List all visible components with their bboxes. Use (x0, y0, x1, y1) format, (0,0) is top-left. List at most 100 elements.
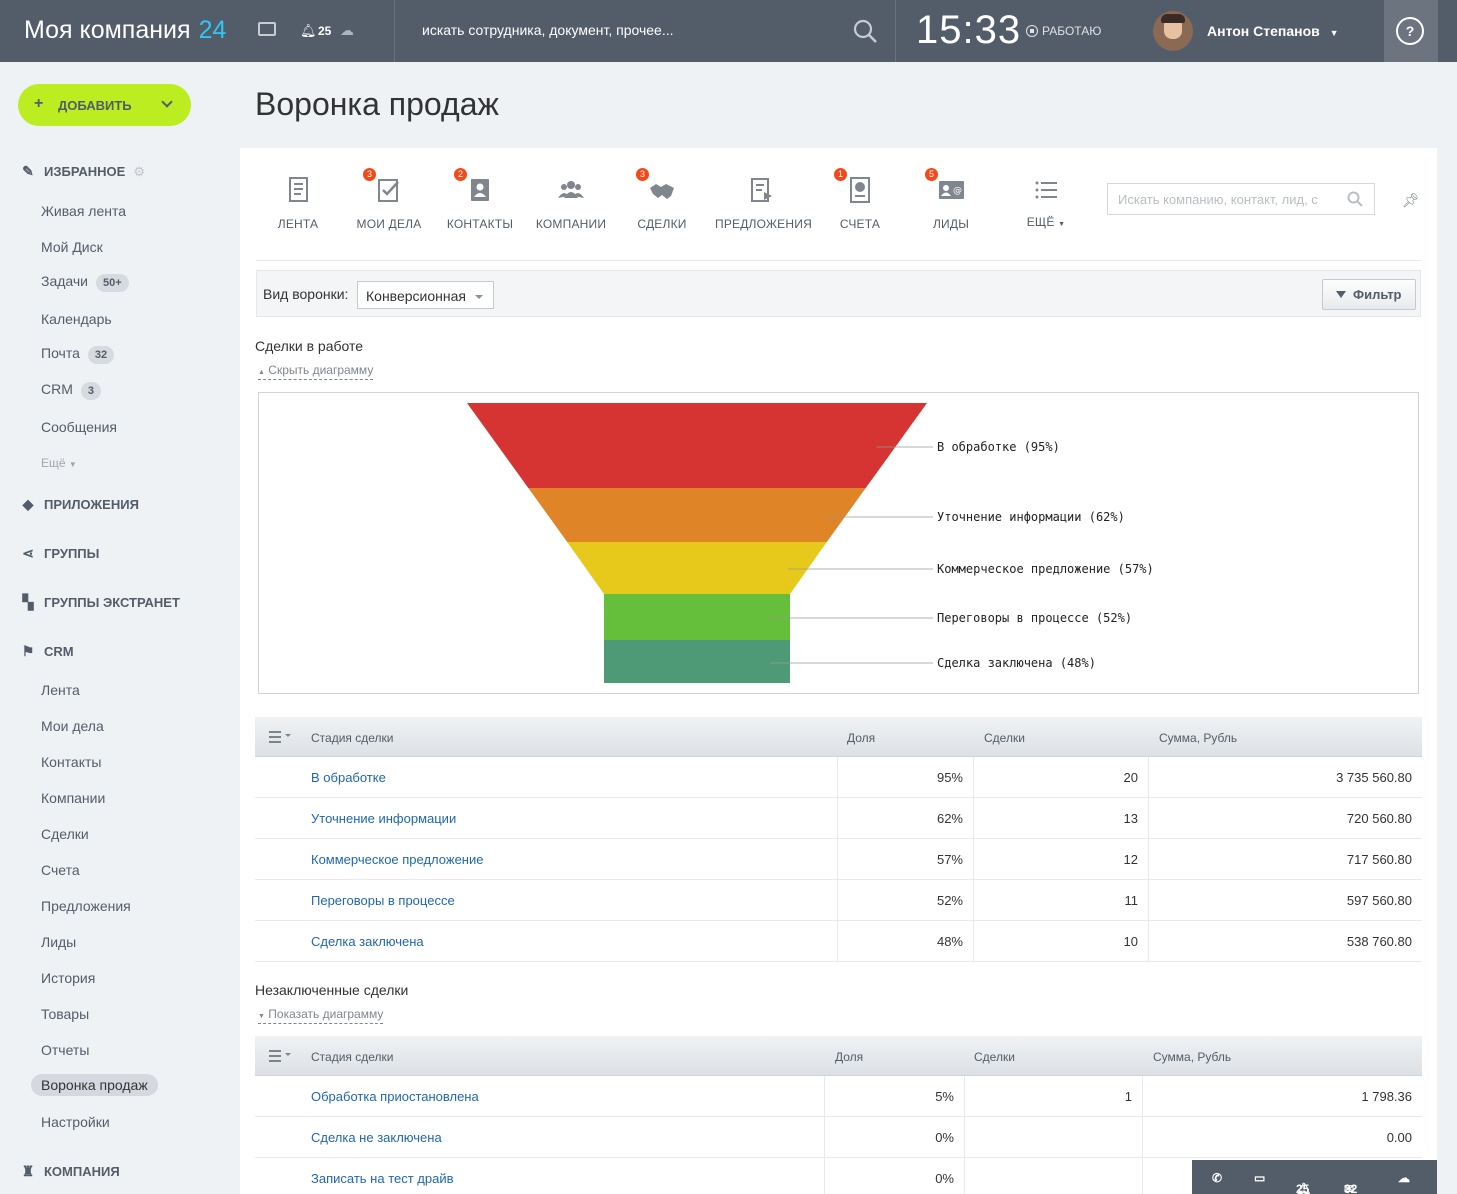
sidebar-item-settings[interactable]: Настройки (41, 1114, 110, 1130)
sidebar-item-invoices[interactable]: Счета (41, 862, 80, 878)
company-logo[interactable]: Моя компания 24 (24, 16, 226, 45)
sidebar-item-quotes[interactable]: Предложения (41, 898, 131, 914)
table-row[interactable]: Переговоры в процессе 52% 11 597 560.80 (255, 880, 1422, 921)
crm-nav-leads[interactable]: @ 5 ЛИДЫ (906, 167, 996, 231)
col-deals[interactable]: Сделки (984, 731, 1025, 745)
sidebar-item-disk[interactable]: Мой Диск (41, 239, 103, 255)
section-extranet[interactable]: ▚ ГРУППЫ ЭКСТРАНЕТ (20, 594, 180, 611)
search-icon[interactable] (850, 16, 880, 46)
gear-icon[interactable]: ⚙ (133, 164, 145, 179)
help-icon[interactable]: ? (1396, 17, 1424, 45)
section-crm[interactable]: ⚑ CRM (20, 643, 74, 660)
cloud-icon[interactable]: ☁︎ (1398, 1171, 1410, 1185)
funnel-type-select[interactable]: Конверсионная (357, 281, 494, 309)
sidebar-item-crm-feed[interactable]: Лента (41, 682, 80, 698)
sidebar-item-products[interactable]: Товары (41, 1006, 89, 1022)
sidebar-item-label: Контакты (41, 754, 102, 770)
sidebar-item-label: Календарь (41, 311, 112, 327)
table-row[interactable]: Коммерческое предложение 57% 12 717 560.80 (255, 839, 1422, 880)
crm-nav-deals[interactable]: 3 СДЕЛКИ (617, 167, 707, 231)
global-search-input[interactable]: искать сотрудника, документ, прочее... (422, 22, 674, 38)
col-share[interactable]: Доля (847, 731, 875, 745)
hide-chart-toggle[interactable]: ▲ Скрыть диаграмму (258, 364, 374, 380)
phone-icon[interactable]: ✆ (1212, 1171, 1222, 1185)
col-deals[interactable]: Сделки (974, 1050, 1015, 1064)
crm-nav-my-tasks[interactable]: 3 МОИ ДЕЛА (344, 167, 434, 231)
chat-icon[interactable]: ▭ (1254, 1171, 1265, 1185)
divider (394, 0, 395, 62)
sidebar-item-calendar[interactable]: Календарь (41, 311, 112, 327)
section-favorites[interactable]: ✎ ИЗБРАННОЕ ⚙ (20, 163, 145, 180)
user-menu[interactable]: Антон Степанов ▼ (1207, 23, 1339, 39)
sidebar-item-reports[interactable]: Отчеты (41, 1042, 89, 1058)
leads-icon: @ (939, 181, 964, 199)
filter-button[interactable]: Фильтр (1322, 279, 1416, 310)
chat-icon[interactable] (258, 22, 276, 36)
cloud-icon[interactable]: ☁︎ (340, 22, 354, 39)
show-chart-toggle[interactable]: ▼ Показать диаграмму (258, 1008, 384, 1024)
stage-link[interactable]: В обработке (311, 770, 386, 785)
sidebar-item-mail[interactable]: Почта 32 (41, 345, 115, 364)
crm-nav-contacts[interactable]: 2 КОНТАКТЫ (435, 167, 525, 231)
sidebar-item-deals[interactable]: Сделки (41, 826, 89, 842)
section-apps-label: ПРИЛОЖЕНИЯ (44, 497, 139, 512)
crm-nav-invoices[interactable]: 1 СЧЕТА (815, 167, 905, 231)
sidebar-item-leads[interactable]: Лиды (41, 934, 76, 950)
table-row[interactable]: Уточнение информации 62% 13 720 560.80 (255, 798, 1422, 839)
stage-link[interactable]: Сделка заключена (311, 934, 424, 949)
avatar[interactable] (1153, 11, 1193, 51)
sidebar-item-tasks[interactable]: Задачи 50+ (41, 273, 129, 292)
lost-deals-title: Незаключенные сделки (255, 982, 409, 998)
counter-badge: 50+ (96, 274, 129, 292)
table-row[interactable]: Сделка не заключена 0% 0.00 (255, 1117, 1422, 1158)
bell-icon[interactable]: 🔔︎ (300, 23, 317, 39)
col-sum[interactable]: Сумма, Рубль (1159, 731, 1237, 745)
crm-nav-more[interactable]: ЕЩЁ ▼ (1001, 176, 1091, 229)
divider (895, 0, 896, 62)
stage-link[interactable]: Обработка приостановлена (311, 1089, 479, 1104)
sidebar: + ДОБАВИТЬ ✎ ИЗБРАННОЕ ⚙ Живая лента Мой Д… (0, 62, 240, 1194)
crm-nav-companies[interactable]: КОМПАНИИ (526, 176, 616, 231)
add-button[interactable]: + ДОБАВИТЬ (18, 84, 191, 126)
pin-icon: ✎ (22, 163, 34, 179)
work-status[interactable]: РАБОТАЮ (1026, 24, 1101, 38)
search-icon[interactable] (1347, 191, 1363, 207)
section-company[interactable]: ♜ КОМПАНИЯ (20, 1163, 120, 1180)
sidebar-more[interactable]: Ещё ▼ (41, 456, 77, 470)
flag-icon: ⚑ (21, 643, 35, 659)
feed-icon (289, 177, 308, 202)
crm-nav-label: МОИ ДЕЛА (356, 217, 422, 231)
col-stage[interactable]: Стадия сделки (311, 731, 393, 745)
table-row[interactable]: Сделка заключена 48% 10 538 760.80 (255, 921, 1422, 962)
sidebar-item-crm[interactable]: CRM 3 (41, 381, 102, 400)
col-share[interactable]: Доля (835, 1050, 863, 1064)
stage-link[interactable]: Записать на тест драйв (311, 1171, 454, 1186)
pin-icon[interactable]: 📌︎ (1402, 192, 1420, 209)
counter-badge: 2 (453, 167, 468, 182)
sidebar-item-history[interactable]: История (41, 970, 95, 986)
crm-nav-label: ЛИДЫ (932, 217, 970, 231)
sidebar-item-messages[interactable]: Сообщения (41, 419, 117, 435)
column-menu-icon[interactable] (269, 731, 291, 746)
chevron-down-icon: ▼ (1058, 221, 1066, 228)
sidebar-item-companies[interactable]: Компании (41, 790, 105, 806)
bottom-bar: ✆ ▭ 🔔︎ 25 ✉ 32 ☁︎ (1192, 1160, 1437, 1194)
stage-link[interactable]: Коммерческое предложение (311, 852, 483, 867)
sidebar-item-feed[interactable]: Живая лента (41, 203, 126, 219)
stage-link[interactable]: Уточнение информации (311, 811, 456, 826)
section-groups[interactable]: ⋖ ГРУППЫ (20, 545, 99, 562)
col-stage[interactable]: Стадия сделки (311, 1050, 393, 1064)
sidebar-item-my-tasks[interactable]: Мои дела (41, 718, 104, 734)
stage-link[interactable]: Переговоры в процессе (311, 893, 455, 908)
table-row[interactable]: В обработке 95% 20 3 735 560.80 (255, 757, 1422, 798)
table-row[interactable]: Обработка приостановлена 5% 1 1 798.36 (255, 1076, 1422, 1117)
section-apps[interactable]: ◆ ПРИЛОЖЕНИЯ (20, 496, 139, 513)
crm-nav-quotes[interactable]: ПРЕДЛОЖЕНИЯ (715, 176, 812, 231)
stage-link[interactable]: Сделка не заключена (311, 1130, 442, 1145)
crm-search-input[interactable]: Искать компанию, контакт, лид, с (1107, 183, 1375, 215)
crm-nav-feed[interactable]: ЛЕНТА (253, 176, 343, 231)
column-menu-icon[interactable] (269, 1050, 291, 1065)
col-sum[interactable]: Сумма, Рубль (1153, 1050, 1231, 1064)
sidebar-item-sales-funnel[interactable]: Воронка продаж (31, 1074, 158, 1096)
sidebar-item-contacts[interactable]: Контакты (41, 754, 101, 770)
